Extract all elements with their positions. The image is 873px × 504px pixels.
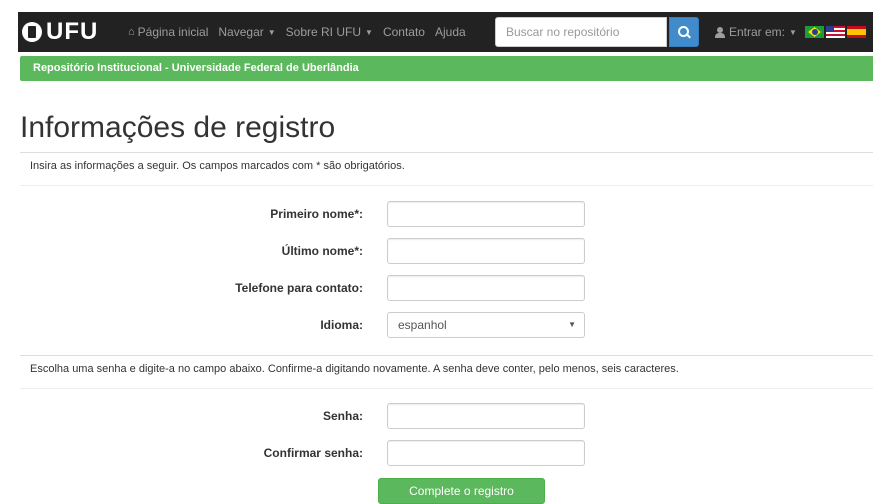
- ufu-logo-icon: [22, 22, 42, 42]
- phone-label: Telefone para contato:: [235, 281, 363, 295]
- password-instructions: Escolha uma senha e digite-a no campo ab…: [20, 355, 873, 389]
- spain-flag-icon[interactable]: [847, 26, 866, 38]
- user-icon: [715, 26, 725, 38]
- last-name-label: Último nome*:: [281, 244, 363, 258]
- navbar-bar: UFU ⌂ Página inicial Navegar ▼ Sobre RI …: [18, 12, 873, 52]
- complete-registration-button[interactable]: Complete o registro: [378, 478, 545, 504]
- nav-home[interactable]: ⌂ Página inicial: [128, 25, 208, 39]
- search-input[interactable]: [495, 17, 667, 47]
- home-icon: ⌂: [128, 26, 135, 38]
- brand-logo[interactable]: UFU: [22, 20, 98, 44]
- confirm-password-label: Confirmar senha:: [263, 446, 363, 460]
- nav-browse[interactable]: Navegar ▼: [218, 25, 275, 39]
- chevron-down-icon: ▼: [267, 27, 276, 37]
- nav-home-label: Página inicial: [137, 25, 209, 39]
- password-label: Senha:: [322, 409, 363, 423]
- language-select[interactable]: espanhol ▼: [387, 312, 585, 338]
- intro-text: Insira as informações a seguir. Os campo…: [20, 152, 873, 186]
- search-button[interactable]: [669, 17, 699, 47]
- first-name-field[interactable]: [387, 201, 585, 227]
- language-label: Idioma:: [320, 318, 363, 332]
- last-name-field[interactable]: [387, 238, 585, 264]
- brazil-flag-icon[interactable]: [805, 26, 824, 38]
- password-field[interactable]: [387, 403, 585, 429]
- search-icon: [678, 26, 691, 39]
- nav-help-label: Ajuda: [434, 25, 466, 39]
- language-flags: [805, 26, 868, 38]
- chevron-down-icon: ▼: [789, 27, 797, 37]
- chevron-down-icon: ▼: [365, 27, 373, 37]
- confirm-password-field[interactable]: [387, 440, 585, 466]
- brand-text: UFU: [46, 18, 99, 45]
- top-navbar: UFU ⌂ Página inicial Navegar ▼ Sobre RI …: [0, 0, 873, 52]
- page-title: Informações de registro: [20, 111, 336, 144]
- repository-banner: Repositório Institucional - Universidade…: [20, 56, 873, 81]
- nav-about[interactable]: Sobre RI UFU ▼: [286, 25, 373, 39]
- chevron-down-icon: ▼: [568, 320, 576, 329]
- nav-links: ⌂ Página inicial Navegar ▼ Sobre RI UFU …: [128, 12, 476, 52]
- nav-contact-label: Contato: [382, 25, 425, 39]
- login-dropdown[interactable]: Entrar em: ▼: [715, 12, 797, 52]
- nav-contact[interactable]: Contato: [383, 25, 425, 39]
- first-name-label: Primeiro nome*:: [270, 207, 363, 221]
- phone-field[interactable]: [387, 275, 585, 301]
- usa-flag-icon[interactable]: [826, 26, 845, 38]
- language-select-value: espanhol: [398, 318, 447, 332]
- nav-browse-label: Navegar: [218, 25, 264, 39]
- login-label: Entrar em:: [729, 25, 786, 39]
- nav-help[interactable]: Ajuda: [435, 25, 466, 39]
- nav-about-label: Sobre RI UFU: [285, 25, 362, 39]
